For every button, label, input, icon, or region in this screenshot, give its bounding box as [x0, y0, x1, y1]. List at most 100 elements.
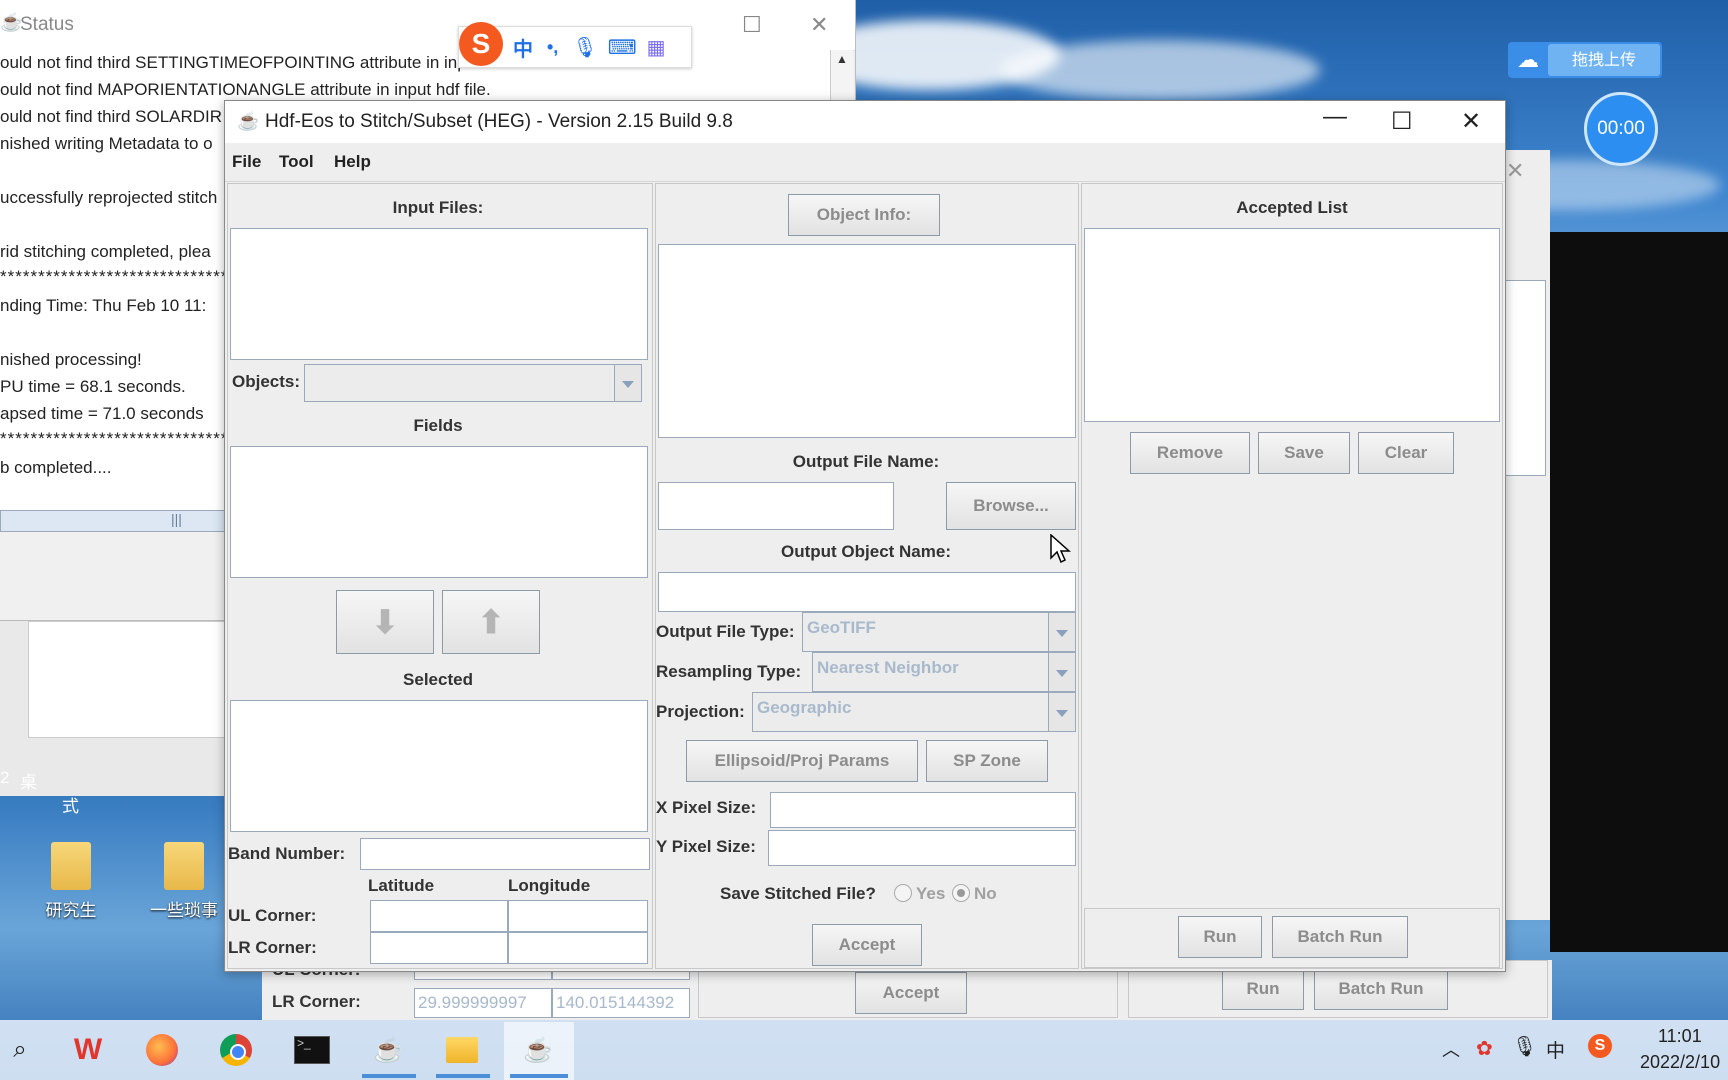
file-explorer-icon[interactable] [442, 1028, 482, 1072]
status-line: rid stitching completed, plea [0, 242, 211, 261]
object-info-area[interactable] [658, 244, 1076, 438]
sogou-logo-icon[interactable]: S [459, 22, 503, 66]
grid-icon[interactable]: ▦ [647, 35, 666, 60]
objects-dropdown[interactable] [304, 364, 642, 402]
tray-sogou-icon[interactable]: S [1588, 1034, 1612, 1058]
clear-button[interactable]: Clear [1358, 432, 1454, 474]
status-line: nding Time: Thu Feb 10 11: [0, 296, 207, 315]
lr-latitude-input[interactable] [370, 932, 508, 964]
menu-file[interactable]: File [232, 152, 261, 172]
output-file-type-value: GeoTIFF [807, 618, 876, 637]
behind-accept-button[interactable]: Accept [855, 972, 967, 1014]
tray-chevron-up-icon[interactable]: ︿ [1442, 1036, 1460, 1062]
arrow-up-icon: ⬆ [477, 604, 505, 640]
behind-lr-lat[interactable]: 29.999999997 [414, 988, 552, 1018]
projection-label: Projection: [656, 702, 745, 721]
yes-radio-label[interactable]: Yes [916, 884, 945, 904]
behind-batch-run-button[interactable]: Batch Run [1314, 968, 1448, 1010]
menu-tool[interactable]: Tool [279, 152, 314, 172]
status-line: ********************************* [0, 267, 252, 286]
desktop-icon-folder[interactable]: 研究生 [40, 842, 102, 921]
selected-label: Selected [403, 670, 473, 689]
projection-dropdown[interactable]: Geographic [752, 692, 1076, 732]
arrow-down-icon: ⬇ [371, 604, 399, 640]
behind-lr-corner-label: LR Corner: [272, 992, 361, 1011]
resampling-type-label: Resampling Type: [656, 662, 802, 681]
behind-lr-lon[interactable]: 140.015144392 [552, 988, 690, 1018]
sp-zone-button[interactable]: SP Zone [926, 740, 1048, 782]
behind-run-button[interactable]: Run [1222, 968, 1304, 1010]
move-down-button[interactable]: ⬇ [336, 590, 434, 654]
y-pixel-size-label: Y Pixel Size: [656, 837, 756, 856]
x-pixel-size-input[interactable] [770, 792, 1076, 828]
output-file-name-input[interactable] [658, 482, 894, 530]
lr-longitude-input[interactable] [508, 932, 648, 964]
java-app-icon[interactable]: ☕ [368, 1028, 408, 1072]
menu-help[interactable]: Help [334, 152, 371, 172]
ul-latitude-input[interactable] [370, 900, 508, 932]
java-app-icon-active[interactable]: ☕ [518, 1028, 558, 1072]
tray-app-icon[interactable]: ✿ [1476, 1036, 1493, 1061]
fields-list[interactable] [230, 446, 648, 578]
menu-bar: File Tool Help [225, 143, 1505, 182]
chevron-down-icon[interactable] [1048, 613, 1075, 651]
ime-chinese-mode[interactable]: 中 [513, 33, 533, 62]
ime-toolbar[interactable]: S 中 •, 🎙 ⌨ ▦ [458, 22, 692, 68]
input-files-list[interactable] [230, 228, 648, 360]
band-number-input[interactable] [360, 838, 650, 870]
mic-icon[interactable]: 🎙 [572, 35, 597, 60]
maximize-icon[interactable]: ☐ [1391, 107, 1413, 136]
chrome-icon[interactable] [216, 1028, 256, 1072]
status-line: ould not find third SOLARDIR [0, 107, 223, 126]
ul-longitude-input[interactable] [508, 900, 648, 932]
accept-button[interactable]: Accept [812, 924, 922, 966]
scroll-up-icon[interactable]: ▲ [836, 52, 848, 66]
tray-ime-indicator[interactable]: 中 [1546, 1036, 1565, 1063]
resampling-type-dropdown[interactable]: Nearest Neighbor [812, 652, 1076, 692]
chevron-down-icon[interactable] [614, 365, 641, 401]
clock-time[interactable]: 11:01 [1658, 1026, 1702, 1047]
cloud-icon: ☁ [1517, 47, 1539, 72]
heg-titlebar: ☕ Hdf-Eos to Stitch/Subset (HEG) - Versi… [225, 101, 1505, 143]
terminal-icon[interactable]: >_ [292, 1028, 332, 1072]
output-object-name-input[interactable] [658, 572, 1076, 612]
browse-button[interactable]: Browse... [946, 482, 1076, 530]
ime-punctuation-icon[interactable]: •, [547, 37, 558, 58]
output-file-type-dropdown[interactable]: GeoTIFF [802, 612, 1076, 652]
move-up-button[interactable]: ⬆ [442, 590, 540, 654]
status-maximize-icon[interactable]: ☐ [742, 12, 762, 38]
tray-mic-icon[interactable]: 🎙 [1512, 1034, 1537, 1059]
timer-circle[interactable]: 00:00 [1584, 92, 1658, 166]
wps-icon[interactable]: W [68, 1028, 108, 1072]
no-radio[interactable] [952, 884, 970, 902]
close-icon[interactable]: ✕ [1461, 107, 1481, 136]
ellipsoid-params-button[interactable]: Ellipsoid/Proj Params [686, 740, 918, 782]
save-button[interactable]: Save [1258, 432, 1350, 474]
remove-button[interactable]: Remove [1130, 432, 1250, 474]
upload-label: 拖拽上传 [1548, 44, 1660, 76]
upload-widget[interactable]: ☁ 拖拽上传 [1508, 42, 1662, 78]
chevron-down-icon[interactable] [1048, 693, 1075, 731]
batch-run-button[interactable]: Batch Run [1272, 916, 1408, 958]
firefox-icon[interactable] [142, 1028, 182, 1072]
yes-radio[interactable] [894, 884, 912, 902]
status-titlebar: ☕ Status ☐ ✕ [0, 0, 855, 51]
clock-date[interactable]: 2022/2/10 [1640, 1052, 1720, 1073]
status-close-icon[interactable]: ✕ [810, 12, 828, 38]
heg-main-window: ☕ Hdf-Eos to Stitch/Subset (HEG) - Versi… [224, 100, 1506, 972]
background-close-icon[interactable]: ✕ [1506, 158, 1524, 184]
minimize-icon[interactable]: — [1323, 103, 1347, 131]
selected-list[interactable] [230, 700, 648, 832]
y-pixel-size-input[interactable] [768, 830, 1076, 866]
desktop-icon-folder[interactable]: 一些琐事 [144, 842, 224, 921]
search-icon[interactable]: ⌕ [0, 1028, 40, 1072]
taskbar-active-indicator [510, 1074, 568, 1078]
accepted-list[interactable] [1084, 228, 1500, 422]
projection-value: Geographic [757, 698, 852, 717]
keyboard-icon[interactable]: ⌨ [608, 35, 637, 60]
taskbar [0, 1020, 1728, 1080]
no-radio-label[interactable]: No [974, 884, 997, 904]
chevron-down-icon[interactable] [1048, 653, 1075, 691]
run-button[interactable]: Run [1178, 916, 1262, 958]
object-info-button[interactable]: Object Info: [788, 194, 940, 236]
